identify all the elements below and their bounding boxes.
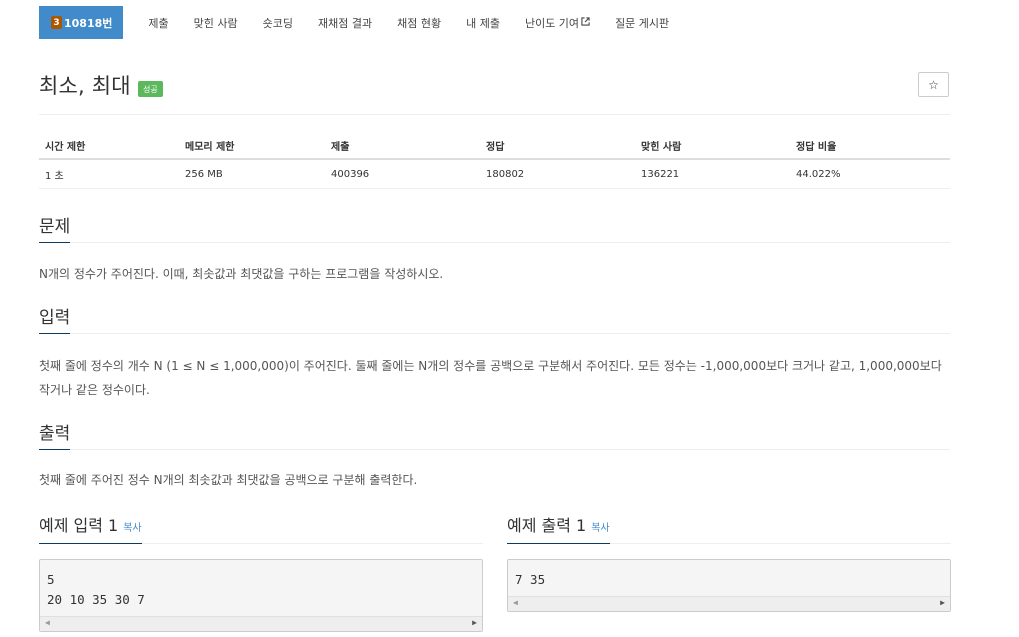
output-section-title: 출력 <box>39 419 71 450</box>
horizontal-scrollbar[interactable]: ◀ ▶ <box>508 596 950 611</box>
success-badge: 성공 <box>138 81 163 97</box>
header-time-limit: 시간 제한 <box>45 141 86 153</box>
sample-output-title: 예제 출력 1 복사 <box>507 512 610 544</box>
copy-sample-input-link[interactable]: 복사 <box>123 523 141 534</box>
nav-difficulty-label: 난이도 기여 <box>524 16 580 30</box>
star-icon: ☆ <box>928 77 939 92</box>
sample-input-title: 예제 입력 1 복사 <box>39 512 142 544</box>
problem-description: N개의 정수가 주어진다. 이때, 최솟값과 최댓값을 구하는 프로그램을 작성… <box>39 267 444 281</box>
favorite-button[interactable]: ☆ <box>918 72 949 97</box>
header-solved-users: 맞힌 사람 <box>641 141 682 153</box>
info-table-header: 시간 제한 메모리 제한 제출 정답 맞힌 사람 정답 비율 <box>39 132 950 160</box>
scroll-left-icon[interactable]: ◀ <box>45 618 50 627</box>
sample-output-box[interactable]: 7 35 ◀ ▶ <box>507 559 951 612</box>
sample-input-header: 예제 입력 1 복사 <box>39 512 483 544</box>
input-section-header: 입력 <box>39 303 950 334</box>
sample-input-label: 예제 입력 1 <box>39 516 119 535</box>
problem-section-header: 문제 <box>39 212 950 243</box>
problem-id-label: 10818번 <box>64 16 113 30</box>
nav-question-board[interactable]: 질문 게시판 <box>615 6 669 39</box>
nav-rejudge-result[interactable]: 재채점 결과 <box>318 6 372 39</box>
problem-info-table: 시간 제한 메모리 제한 제출 정답 맞힌 사람 정답 비율 1 초 256 M… <box>39 132 950 189</box>
accepted-value: 180802 <box>486 168 525 180</box>
scroll-right-icon[interactable]: ▶ <box>472 618 477 627</box>
nav-solved-users[interactable]: 맞힌 사람 <box>194 6 238 39</box>
header-accepted: 정답 <box>486 141 505 153</box>
title-divider <box>39 114 950 115</box>
sample-input-box[interactable]: 5 20 10 35 30 7 ◀ ▶ <box>39 559 483 632</box>
nav-my-submissions[interactable]: 내 제출 <box>466 6 500 39</box>
info-table-row: 1 초 256 MB 400396 180802 136221 44.022% <box>39 160 950 189</box>
horizontal-scrollbar[interactable]: ◀ ▶ <box>40 616 482 631</box>
problem-title: 최소, 최대 <box>39 74 131 98</box>
header-memory-limit: 메모리 제한 <box>185 141 235 153</box>
sample-output-content: 7 35 <box>508 560 950 590</box>
header-accept-ratio: 정답 비율 <box>796 141 837 153</box>
external-link-icon <box>581 16 590 29</box>
input-section-title: 입력 <box>39 303 71 334</box>
input-description: 첫째 줄에 정수의 개수 N (1 ≤ N ≤ 1,000,000)이 주어진다… <box>39 359 942 397</box>
accept-ratio-value: 44.022% <box>796 168 841 180</box>
problem-section-title: 문제 <box>39 212 71 243</box>
nav-judge-status[interactable]: 채점 현황 <box>397 6 441 39</box>
output-section-header: 출력 <box>39 419 950 450</box>
sample-input-line: 5 <box>47 572 55 587</box>
copy-sample-output-link[interactable]: 복사 <box>591 523 609 534</box>
scroll-right-icon[interactable]: ▶ <box>940 598 945 607</box>
memory-limit-value: 256 MB <box>185 168 223 180</box>
sample-output-header: 예제 출력 1 복사 <box>507 512 951 544</box>
output-description: 첫째 줄에 주어진 정수 N개의 최솟값과 최댓값을 공백으로 구분해 출력한다… <box>39 473 418 487</box>
sample-output-label: 예제 출력 1 <box>507 516 587 535</box>
time-limit-value: 1 초 <box>45 170 64 182</box>
solved-users-value: 136221 <box>641 168 680 180</box>
bronze-tier-icon: 3 <box>51 16 62 29</box>
sample-input-line: 20 10 35 30 7 <box>47 592 145 607</box>
nav-short-coding[interactable]: 숏코딩 <box>263 6 293 39</box>
sample-input-content: 5 20 10 35 30 7 <box>40 560 482 610</box>
sample-output-line: 7 35 <box>515 572 546 587</box>
header-submissions: 제출 <box>331 141 350 153</box>
nav-difficulty-contribution[interactable]: 난이도 기여 <box>525 6 590 39</box>
problem-nav: 3 10818번 제출 맞힌 사람 숏코딩 재채점 결과 채점 현황 내 제출 … <box>39 6 669 39</box>
scroll-left-icon[interactable]: ◀ <box>513 598 518 607</box>
submissions-value: 400396 <box>331 168 370 180</box>
nav-submit[interactable]: 제출 <box>148 6 168 39</box>
problem-id-tab[interactable]: 3 10818번 <box>39 6 124 39</box>
